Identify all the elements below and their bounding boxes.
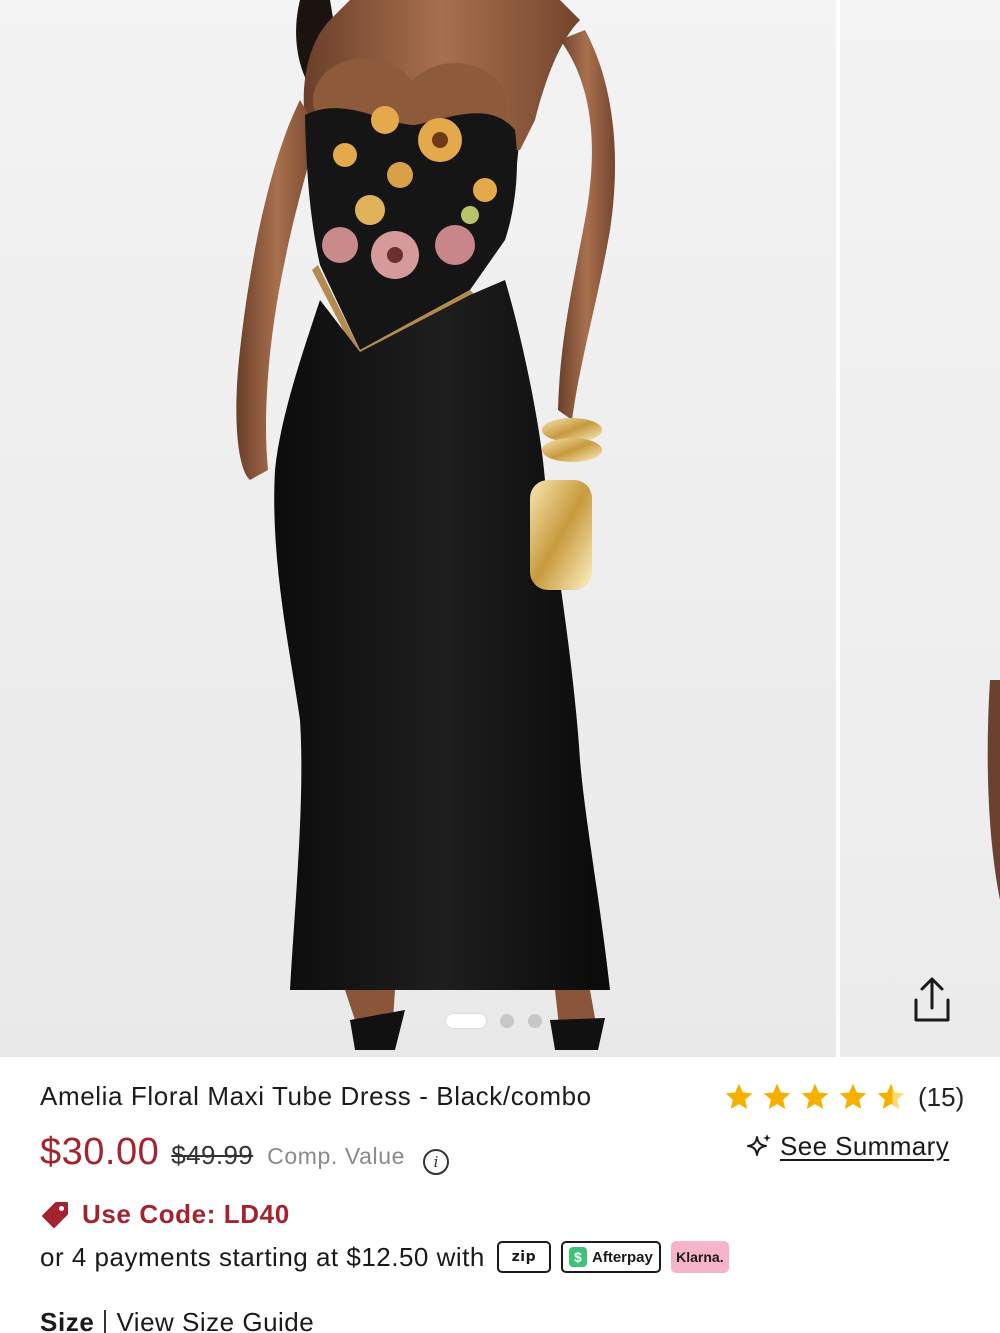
price-row: $30.00 $49.99 Comp. Value i bbox=[40, 1131, 450, 1175]
tag-icon bbox=[42, 1201, 68, 1228]
product-title: Amelia Floral Maxi Tube Dress - Black/co… bbox=[40, 1081, 592, 1111]
zip-badge[interactable]: zip bbox=[496, 1241, 551, 1273]
carousel-dot-active[interactable] bbox=[446, 1014, 486, 1028]
carousel-dot[interactable] bbox=[500, 1014, 514, 1028]
product-photo-next bbox=[987, 680, 1000, 900]
star-half-icon bbox=[877, 1083, 905, 1109]
see-summary-link[interactable]: See Summary bbox=[780, 1131, 949, 1162]
review-count[interactable]: (15) bbox=[918, 1082, 964, 1113]
share-button[interactable] bbox=[902, 970, 962, 1030]
promo-code[interactable]: Use Code: LD40 bbox=[40, 1199, 290, 1230]
original-price: $49.99 bbox=[171, 1140, 254, 1170]
star-icon bbox=[801, 1083, 829, 1109]
klarna-badge[interactable]: Klarna. bbox=[670, 1241, 729, 1273]
afterpay-icon: $ bbox=[568, 1247, 587, 1267]
sale-price: $30.00 bbox=[40, 1131, 160, 1173]
share-icon bbox=[914, 977, 950, 1022]
star-icon bbox=[763, 1083, 791, 1109]
divider bbox=[104, 1309, 107, 1333]
afterpay-logo-text: Afterpay bbox=[592, 1248, 653, 1266]
size-guide-link[interactable]: View Size Guide bbox=[116, 1307, 314, 1333]
klarna-logo-text: Klarna. bbox=[676, 1249, 724, 1265]
rating-stars bbox=[722, 1081, 908, 1113]
size-section-header: Size View Size Guide bbox=[40, 1307, 314, 1333]
carousel-dot[interactable] bbox=[528, 1014, 542, 1028]
sparkle-icon bbox=[747, 1133, 771, 1156]
product-image-carousel[interactable] bbox=[0, 0, 1000, 1057]
product-photo bbox=[236, 0, 616, 1050]
zip-logo-text: zip bbox=[511, 1249, 537, 1265]
size-label: Size bbox=[40, 1307, 95, 1333]
installment-payments: or 4 payments starting at $12.50 with zi… bbox=[40, 1241, 729, 1273]
installment-text: or 4 payments starting at $12.50 with bbox=[40, 1241, 485, 1272]
info-icon[interactable]: i bbox=[423, 1149, 450, 1175]
product-info: Amelia Floral Maxi Tube Dress - Black/co… bbox=[0, 1057, 1000, 1333]
star-icon bbox=[725, 1083, 753, 1109]
product-image-main[interactable] bbox=[0, 0, 836, 1057]
carousel-indicator bbox=[446, 1013, 542, 1029]
comp-value-label: Comp. Value bbox=[267, 1143, 406, 1169]
product-rating[interactable]: (15) bbox=[722, 1081, 964, 1113]
promo-code-text: Use Code: LD40 bbox=[82, 1199, 290, 1229]
see-summary-button[interactable]: See Summary bbox=[744, 1131, 949, 1162]
afterpay-badge[interactable]: $ Afterpay bbox=[560, 1241, 661, 1273]
product-image-next[interactable] bbox=[840, 0, 1000, 1057]
star-icon bbox=[839, 1083, 867, 1109]
